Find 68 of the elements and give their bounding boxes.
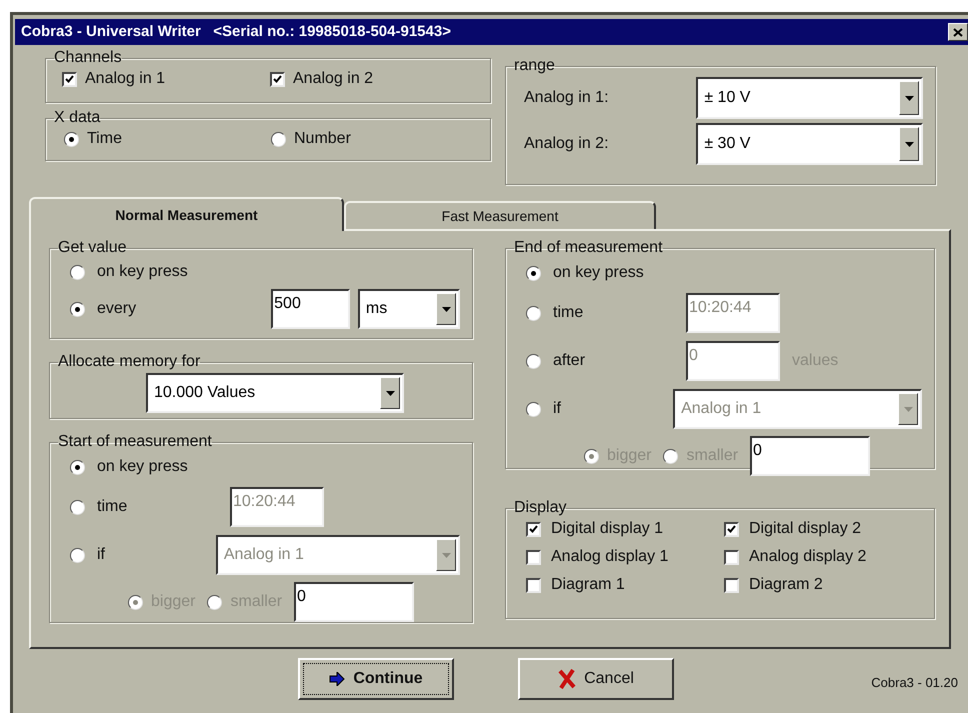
group-label: Start of measurement xyxy=(58,433,212,451)
continue-button[interactable]: Continue xyxy=(298,658,454,700)
caret-icon xyxy=(442,306,450,312)
option-label: on key press xyxy=(553,263,644,283)
dropdown[interactable]: ms xyxy=(358,289,460,329)
group-label: End of measurement xyxy=(514,239,663,257)
checkbox-label: Analog in 2 xyxy=(293,69,374,89)
group-label: Channels xyxy=(54,49,122,67)
input-field[interactable]: 500 xyxy=(271,289,350,329)
cancel-button[interactable]: Cancel xyxy=(518,658,674,700)
range-label: Analog in 1: xyxy=(523,88,610,108)
checkbox[interactable] xyxy=(270,72,285,86)
cross-icon xyxy=(558,669,576,689)
checkbox-label: Analog in 1 xyxy=(85,69,166,89)
caret-icon xyxy=(442,552,450,558)
radio-button[interactable] xyxy=(271,132,286,146)
radio-button[interactable] xyxy=(526,266,541,280)
caret-icon xyxy=(904,406,912,412)
option-label: on key press xyxy=(97,262,188,282)
checkbox-label: Diagram 2 xyxy=(749,575,823,595)
check-icon xyxy=(273,75,282,83)
checkbox-label: Analog display 1 xyxy=(551,547,668,567)
tab[interactable]: Normal Measurement xyxy=(29,197,344,231)
option-label: time xyxy=(97,497,128,517)
checkbox[interactable] xyxy=(724,578,739,592)
dropdown[interactable]: ± 10 V xyxy=(696,77,923,119)
checkbox[interactable] xyxy=(526,550,541,564)
checkbox[interactable] xyxy=(526,578,541,592)
checkbox[interactable] xyxy=(62,72,77,86)
range-label: Analog in 2: xyxy=(523,134,610,154)
option-label: if xyxy=(553,399,561,419)
group-label: Allocate memory for xyxy=(58,353,200,371)
checkbox-label: Analog display 2 xyxy=(749,547,866,567)
caret-icon xyxy=(904,142,914,146)
check-icon xyxy=(529,525,538,533)
option-label: if xyxy=(97,545,105,565)
caret-icon xyxy=(904,96,914,100)
arrow-right-icon xyxy=(329,672,346,686)
checkbox[interactable] xyxy=(526,522,541,536)
group-label: Display xyxy=(514,499,566,517)
radio-button[interactable] xyxy=(70,302,85,316)
group-label: range xyxy=(514,57,555,75)
option-label: Number xyxy=(294,129,351,149)
tab[interactable]: Fast Measurement xyxy=(344,201,656,229)
checkbox[interactable] xyxy=(724,550,739,564)
window-title: Cobra3 - Universal Writer <Serial no.: 19985018-504-91543> xyxy=(21,22,451,42)
radio-button[interactable] xyxy=(70,460,85,474)
option-label: every xyxy=(97,299,136,319)
checkbox-label: Digital display 2 xyxy=(749,519,862,539)
radio-button[interactable] xyxy=(64,132,79,146)
dropdown[interactable]: ± 30 V xyxy=(696,123,923,165)
option-label: after xyxy=(553,351,586,371)
caret-icon xyxy=(386,390,394,396)
option-label: time xyxy=(553,303,584,323)
close-icon xyxy=(953,28,963,36)
close-button[interactable] xyxy=(948,23,968,41)
radio-button[interactable] xyxy=(70,264,85,280)
group-label: Get value xyxy=(58,239,126,257)
check-icon xyxy=(65,75,74,83)
dropdown[interactable]: 10.000 Values xyxy=(146,373,404,413)
option-label: on key press xyxy=(97,457,188,477)
checkbox-label: Diagram 1 xyxy=(551,575,625,595)
version-label: Cobra3 - 01.20 xyxy=(871,674,958,692)
checkbox[interactable] xyxy=(724,522,739,536)
group-label: X data xyxy=(54,109,100,127)
option-label: Time xyxy=(87,129,122,149)
checkbox-label: Digital display 1 xyxy=(551,519,664,539)
check-icon xyxy=(727,525,736,533)
